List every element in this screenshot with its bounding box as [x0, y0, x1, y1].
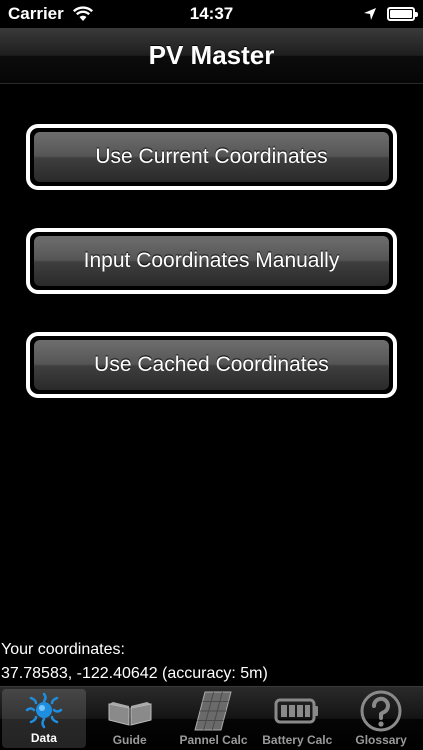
coordinates-readout: Your coordinates: 37.78583, -122.40642 (… [1, 638, 268, 686]
solar-panel-icon [187, 690, 239, 732]
tab-pannel-calc[interactable]: Pannel Calc [172, 687, 256, 750]
tab-glossary-label: Glossary [355, 733, 407, 747]
input-coordinates-manually-button[interactable]: Input Coordinates Manually [26, 228, 397, 294]
tab-battery-calc[interactable]: Battery Calc [255, 687, 339, 750]
tab-battery-calc-label: Battery Calc [262, 733, 333, 747]
book-icon [104, 690, 156, 732]
tab-guide-label: Guide [112, 733, 147, 747]
tab-glossary[interactable]: Glossary [339, 687, 423, 750]
question-icon [355, 690, 407, 732]
tab-pannel-calc-label: Pannel Calc [179, 733, 248, 747]
carrier-label: Carrier [8, 4, 64, 23]
battery-icon [271, 690, 323, 732]
tab-data-label: Data [30, 731, 57, 745]
input-coordinates-manually-label: Input Coordinates Manually [34, 236, 389, 286]
use-cached-coordinates-label: Use Cached Coordinates [34, 340, 389, 390]
coordinates-label: Your coordinates: [1, 641, 125, 658]
tab-data[interactable]: Data [2, 689, 86, 748]
battery-icon [387, 7, 418, 21]
use-current-coordinates-label: Use Current Coordinates [34, 132, 389, 182]
sun-icon [18, 689, 70, 730]
nav-bar: PV Master [0, 28, 423, 84]
tab-guide[interactable]: Guide [88, 687, 172, 750]
location-arrow-icon [364, 8, 376, 20]
wifi-icon [72, 6, 93, 21]
status-bar: Carrier 14:37 [0, 0, 423, 28]
use-cached-coordinates-button[interactable]: Use Cached Coordinates [26, 332, 397, 398]
page-title: PV Master [148, 40, 275, 70]
use-current-coordinates-button[interactable]: Use Current Coordinates [26, 124, 397, 190]
coordinates-value: 37.78583, -122.40642 (accuracy: 5m) [1, 665, 268, 682]
tab-bar: Data Guide Pannel Calc Battery Calc Glos… [0, 686, 423, 750]
